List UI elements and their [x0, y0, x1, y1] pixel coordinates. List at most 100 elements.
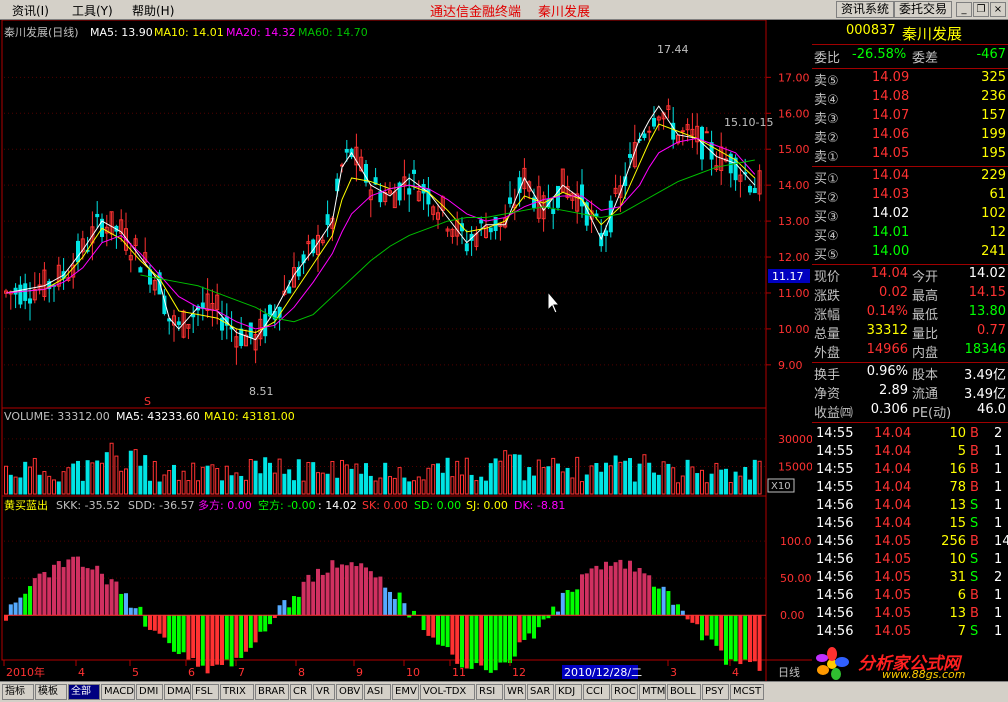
volume-bar [709, 473, 714, 495]
volume-bar [148, 480, 152, 495]
stat-value: 14.04 [870, 266, 908, 281]
tab-roc[interactable]: ROC [611, 684, 638, 700]
kline-chart[interactable]: 17.00 16.00 15.00 14.00 13.00 12.00 11.00 10.00… [0, 20, 812, 681]
stat-value: 46.0 [977, 402, 1006, 417]
low-annotation: 8.51 [249, 385, 274, 398]
tick-volume: 16 [949, 462, 966, 477]
trade-button[interactable]: 委托交易 [894, 1, 953, 18]
tick-count: 1 [994, 498, 1003, 513]
tab-mtm[interactable]: MTM [639, 684, 666, 700]
tick-volume: 15 [949, 516, 966, 531]
tab-cci[interactable]: CCI [583, 684, 610, 700]
indicator-bar [604, 561, 608, 616]
indicator-bar [455, 615, 460, 664]
stat-row: 现价 14.04 今开 14.02 [812, 266, 1008, 285]
volume-bar [392, 477, 397, 495]
volume-bar [42, 471, 47, 495]
x-tick-label: 2010年 [6, 665, 45, 679]
indicator-bar [570, 591, 575, 616]
tab-wr[interactable]: WR [504, 684, 526, 700]
volume-bar [656, 474, 661, 495]
volume-bar [748, 479, 752, 495]
candle-body [680, 130, 685, 133]
menu-help[interactable]: 帮助(H) [132, 2, 174, 19]
x10-label[interactable]: X10 [771, 481, 791, 492]
tick-direction: S [970, 498, 979, 513]
indicator-bar [220, 615, 224, 665]
tab-rsi[interactable]: RSI [476, 684, 503, 700]
restore-icon[interactable]: ❐ [973, 2, 989, 17]
candle-body [287, 286, 292, 294]
tick-price: 14.04 [874, 426, 912, 441]
tab-vol-tdx[interactable]: VOL-TDX [420, 684, 475, 700]
indicator-bar [536, 615, 541, 628]
indicator-bar [196, 615, 200, 667]
tab-asi[interactable]: ASI [364, 684, 391, 700]
indicator-bar [47, 577, 52, 616]
candle-body [748, 185, 752, 193]
tick-volume: 5 [957, 444, 966, 459]
tab-cr[interactable]: CR [290, 684, 312, 700]
tab-obv[interactable]: OBV [336, 684, 363, 700]
volume-bar [503, 450, 508, 495]
candle-body [407, 188, 412, 195]
indicator-bar [253, 615, 258, 643]
tick-volume: 10 [949, 426, 966, 441]
tab-boll[interactable]: BOLL [667, 684, 701, 700]
indicator-bar [508, 615, 512, 664]
tab-trix[interactable]: TRIX [220, 684, 254, 700]
tick-row: 14:55 14.04 78 B 1 [812, 480, 1008, 499]
tick-row: 14:55 14.04 10 B 2 [812, 426, 1008, 445]
tab-dma[interactable]: DMA [164, 684, 191, 700]
tab-kdj[interactable]: KDJ [555, 684, 582, 700]
tab-fsl[interactable]: FSL [192, 684, 219, 700]
tab-指标[interactable]: 指标 [2, 684, 34, 700]
volume-bar [440, 472, 445, 495]
period-label[interactable]: 日线 [778, 665, 800, 679]
wc-value: -467 [976, 47, 1006, 62]
volume-bar [167, 470, 172, 495]
tab-emv[interactable]: EMV [392, 684, 419, 700]
volume-bar [704, 482, 709, 495]
indicator-bar [148, 615, 152, 630]
tick-count: 2 [994, 570, 1003, 585]
tab-vr[interactable]: VR [313, 684, 335, 700]
close-icon[interactable]: × [990, 2, 1006, 17]
info-system-button[interactable]: 资讯系统 [836, 1, 895, 18]
indicator-bar [167, 615, 172, 644]
volume-bar [733, 471, 738, 495]
tick-direction: B [970, 462, 979, 477]
volume-bar [119, 470, 124, 495]
tab-macd[interactable]: MACD [101, 684, 135, 700]
tab-psy[interactable]: PSY [702, 684, 729, 700]
tab-全部[interactable]: 全部 [68, 684, 100, 700]
indicator-bar [527, 615, 532, 634]
tab-sar[interactable]: SAR [527, 684, 554, 700]
volume-bar [436, 463, 440, 495]
volume-bar [642, 454, 647, 495]
volume-bar [637, 463, 642, 495]
order-volume: 12 [989, 225, 1006, 240]
volume-bar [455, 460, 460, 495]
indicator-bar [695, 615, 700, 625]
volume-bar [52, 479, 56, 495]
tab-mcst[interactable]: MCST [730, 684, 764, 700]
menu-info[interactable]: 资讯(I) [12, 2, 49, 19]
buy-level: 买② 14.03 61 [812, 187, 1008, 206]
indicator-bar [748, 615, 752, 663]
menu-tools[interactable]: 工具(Y) [72, 2, 113, 19]
volume-bar [383, 462, 388, 495]
indicator-bar [210, 615, 215, 666]
indicator-bar [599, 569, 604, 616]
tab-dmi[interactable]: DMI [136, 684, 163, 700]
minimize-icon[interactable]: _ [956, 2, 972, 17]
indicator-bar [623, 568, 628, 616]
quote-panel: 000837 秦川发展 委比 -26.58% 委差 -467 卖⑤ 14.09 325 卖④ 14.… [812, 20, 1008, 646]
volume-bar [661, 461, 666, 495]
order-volume: 241 [981, 244, 1006, 259]
volume-bar [584, 474, 589, 495]
tab-brar[interactable]: BRAR [255, 684, 289, 700]
volume-bar [599, 471, 604, 495]
candle-body [628, 154, 632, 158]
tab-模板[interactable]: 模板 [35, 684, 67, 700]
